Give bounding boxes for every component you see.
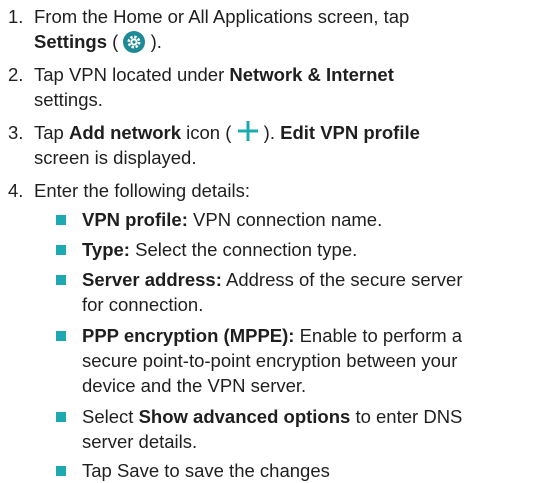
bullet-1-bold: VPN profile:	[82, 209, 188, 230]
close-paren: ).	[145, 31, 162, 52]
step-3-post: ).	[258, 122, 281, 143]
bullet-2-line-1: Type: Select the connection type.	[82, 237, 532, 262]
bullet-text: VPN profile: VPN connection name.	[82, 207, 532, 232]
step-text: From the Home or All Applications screen…	[34, 4, 530, 54]
bullet-square-icon	[56, 215, 66, 225]
bullet-6-text: Tap Save to save the changes	[82, 460, 330, 481]
step-3-pre: Tap	[34, 122, 69, 143]
bullet-4-line-3: device and the VPN server.	[82, 375, 307, 396]
bullet-square-icon	[56, 331, 66, 341]
bullet-text: PPP encryption (MPPE): Enable to perform…	[82, 323, 532, 398]
instruction-page: 1. From the Home or All Applications scr…	[0, 0, 534, 483]
bullet-2-bold: Type:	[82, 239, 130, 260]
bullet-3-bold: Server address:	[82, 269, 222, 290]
step-3-line-1: Tap Add network icon ( ). Edit VPN profi…	[34, 120, 530, 145]
bullet-3-line-1: Server address: Address of the secure se…	[82, 267, 532, 292]
step-2-line-1: Tap VPN located under Network & Internet	[34, 62, 530, 87]
step-1-line-2: Settings ( ).	[34, 29, 530, 54]
step-number: 4.	[8, 180, 24, 201]
bullet-5-line-2: server details.	[82, 431, 198, 452]
step-3-line-2: screen is displayed.	[34, 147, 197, 168]
bullet-text: Tap Save to save the changes	[82, 458, 532, 483]
bullet-1-text: VPN connection name.	[187, 209, 383, 230]
open-paren: (	[106, 31, 124, 52]
step-text: Tap Add network icon ( ). Edit VPN profi…	[34, 120, 530, 170]
bullet-3-line-2: for connection.	[82, 294, 204, 315]
step-number: 1.	[8, 6, 24, 27]
add-network-label: Add network	[68, 122, 181, 143]
step-2-line-2: settings.	[34, 89, 103, 110]
step-number: 3.	[8, 122, 24, 143]
step-text: Enter the following details:	[34, 178, 530, 203]
step-text: Tap VPN located under Network & Internet…	[34, 62, 530, 112]
bullet-5-bold: Show advanced options	[138, 406, 351, 427]
bullet-3-text: Address of the secure server	[221, 269, 463, 290]
bullet-text: Server address: Address of the secure se…	[82, 267, 532, 317]
bullet-4-line-1: PPP encryption (MPPE): Enable to perform…	[82, 323, 532, 348]
bullet-2-text: Select the connection type.	[129, 239, 358, 260]
edit-vpn-profile-label: Edit VPN profile	[280, 122, 420, 143]
bullet-5-pre: Select	[82, 406, 139, 427]
bullet-1-line-1: VPN profile: VPN connection name.	[82, 207, 532, 232]
bullet-square-icon	[56, 245, 66, 255]
settings-gear-icon	[123, 31, 146, 53]
plus-icon	[237, 120, 259, 142]
settings-label: Settings	[34, 31, 107, 52]
step-number: 2.	[8, 64, 24, 85]
step-4-text: Enter the following details:	[34, 180, 250, 201]
bullet-4-bold: PPP encryption (MPPE):	[82, 325, 295, 346]
bullet-square-icon	[56, 275, 66, 285]
bullet-4-line-2: secure point-to-point encryption between…	[82, 350, 458, 371]
step-1-line-1: From the Home or All Applications screen…	[34, 6, 410, 27]
network-internet-label: Network & Internet	[229, 64, 394, 85]
step-2-pre: Tap VPN located under	[34, 64, 230, 85]
bullet-square-icon	[56, 466, 66, 476]
bullet-text: Type: Select the connection type.	[82, 237, 532, 262]
bullet-5-line-1: Select Show advanced options to enter DN…	[82, 404, 532, 429]
bullet-4-text: Enable to perform a	[294, 325, 463, 346]
bullet-square-icon	[56, 412, 66, 422]
bullet-text: Select Show advanced options to enter DN…	[82, 404, 532, 454]
bullet-5-text: to enter DNS	[350, 406, 463, 427]
step-3-mid: icon (	[181, 122, 237, 143]
